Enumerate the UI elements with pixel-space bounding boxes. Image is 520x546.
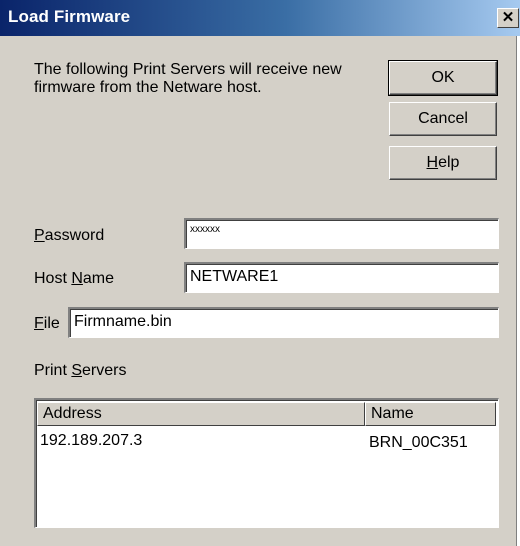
ok-button[interactable]: OK bbox=[388, 60, 498, 96]
cancel-button[interactable]: Cancel bbox=[389, 102, 497, 136]
file-mnemonic: F bbox=[34, 315, 44, 332]
help-label-rest: elp bbox=[438, 154, 460, 171]
host-name-field[interactable]: NETWARE1 bbox=[184, 262, 499, 293]
load-firmware-dialog: Load Firmware ✕ The following Print Serv… bbox=[0, 0, 520, 546]
cancel-button-label: Cancel bbox=[418, 110, 468, 127]
list-item-address: 192.189.207.3 bbox=[40, 432, 143, 449]
ok-button-label: OK bbox=[431, 69, 455, 86]
file-label: File bbox=[34, 315, 60, 333]
column-header-name[interactable]: Name bbox=[365, 402, 496, 426]
file-field[interactable]: Firmname.bin bbox=[68, 307, 499, 338]
password-label: Password bbox=[34, 227, 104, 245]
title-bar[interactable]: Load Firmware ✕ bbox=[0, 0, 520, 36]
password-mnemonic: P bbox=[34, 227, 45, 244]
host-name-label-rest: ame bbox=[82, 270, 115, 287]
print-servers-label-rest: ervers bbox=[82, 362, 127, 379]
host-name-label-first: Host bbox=[34, 270, 72, 287]
print-servers-label-first: Print bbox=[34, 362, 72, 379]
print-servers-list[interactable]: Address Name 192.189.207.3 BRN_00C351 bbox=[34, 398, 499, 528]
dialog-title: Load Firmware bbox=[8, 7, 131, 26]
host-name-label: Host Name bbox=[34, 270, 114, 288]
print-servers-mnemonic: S bbox=[71, 362, 83, 379]
list-item-name: BRN_00C351 bbox=[369, 434, 468, 451]
host-name-mnemonic: N bbox=[71, 270, 83, 287]
help-button[interactable]: Help bbox=[389, 146, 497, 180]
help-button-label: Help bbox=[427, 154, 460, 172]
print-servers-label: Print Servers bbox=[34, 362, 126, 380]
file-label-rest: ile bbox=[43, 315, 60, 332]
close-icon: ✕ bbox=[501, 9, 515, 26]
dialog-description: The following Print Servers will receive… bbox=[34, 61, 342, 96]
column-header-address[interactable]: Address bbox=[37, 402, 365, 426]
password-label-rest: assword bbox=[44, 227, 105, 244]
close-button[interactable]: ✕ bbox=[497, 8, 519, 28]
password-field[interactable]: xxxxxx bbox=[184, 218, 499, 249]
help-mnemonic: H bbox=[426, 154, 439, 171]
